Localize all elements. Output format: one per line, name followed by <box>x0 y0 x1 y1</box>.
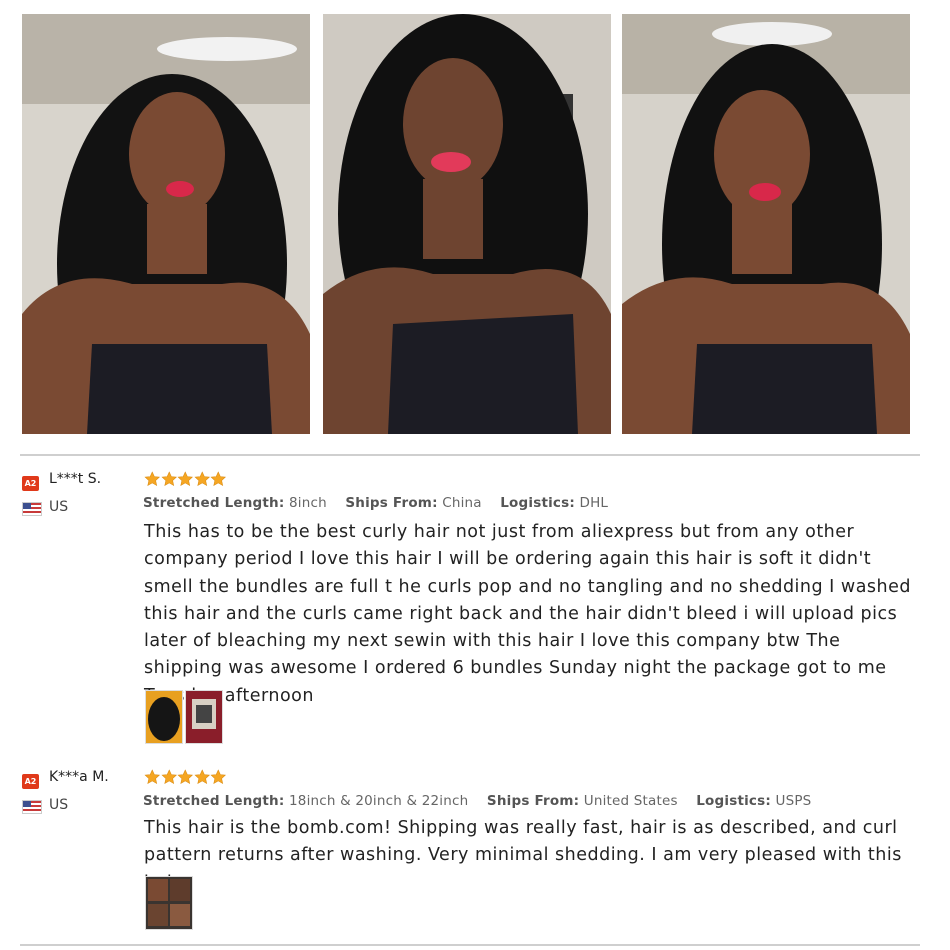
customer-photo-strip <box>0 0 950 440</box>
ships-from-label: Ships From: <box>345 495 438 511</box>
ships-from-value: China <box>442 495 482 511</box>
ships-from-value: United States <box>583 793 678 809</box>
us-flag-icon <box>22 502 42 516</box>
review-thumbnails <box>145 876 193 930</box>
order-info: Stretched Length: 18inch & 20inch & 22in… <box>143 793 825 809</box>
logistics-value: DHL <box>579 495 609 511</box>
star-icon <box>193 769 210 784</box>
logistics-label: Logistics: <box>696 793 771 809</box>
star-icon <box>144 471 161 486</box>
buyer-level-badge: A2 <box>22 476 39 491</box>
logistics-label: Logistics: <box>500 495 575 511</box>
star-icon <box>160 471 177 486</box>
review-text: This hair is the bomb.com! Shipping was … <box>144 818 902 893</box>
reviewer-name: K***a M. <box>49 769 109 785</box>
star-icon <box>177 471 194 486</box>
star-rating <box>144 471 227 487</box>
review-thumbnail[interactable] <box>145 876 193 930</box>
ships-from-label: Ships From: <box>486 793 580 809</box>
length-value: 18inch & 20inch & 22inch <box>288 793 469 809</box>
order-info: Stretched Length: 8inch Ships From: Chin… <box>143 495 622 511</box>
logistics-value: USPS <box>775 793 812 809</box>
reviewer-country: US <box>49 797 69 813</box>
review-text: This has to be the best curly hair not j… <box>144 522 912 706</box>
customer-photo-1[interactable] <box>22 14 310 434</box>
customer-photo-2[interactable] <box>323 14 611 434</box>
length-value: 8inch <box>288 495 327 511</box>
star-icon <box>210 769 227 784</box>
star-icon <box>193 471 210 486</box>
star-icon <box>144 769 161 784</box>
reviewer-country: US <box>49 499 69 515</box>
divider <box>20 944 920 946</box>
length-label: Stretched Length: <box>143 793 285 809</box>
reviewer-name: L***t S. <box>49 471 102 487</box>
buyer-level-badge: A2 <box>22 774 39 789</box>
customer-photo-3[interactable] <box>622 14 910 434</box>
star-icon <box>177 769 194 784</box>
review-thumbnails <box>145 690 223 744</box>
review-thumbnail[interactable] <box>185 690 223 744</box>
star-icon <box>210 471 227 486</box>
us-flag-icon <box>22 800 42 814</box>
length-label: Stretched Length: <box>143 495 285 511</box>
star-icon <box>160 769 177 784</box>
star-rating <box>144 769 227 785</box>
divider <box>20 454 920 456</box>
review-thumbnail[interactable] <box>145 690 183 744</box>
